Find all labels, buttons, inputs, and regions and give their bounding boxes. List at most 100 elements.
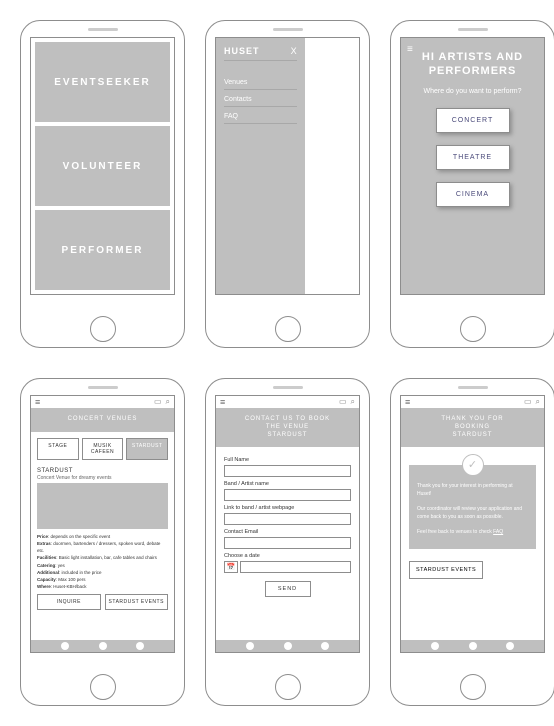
- topbar: ≡ ▭ ⌕: [401, 396, 544, 408]
- inquire-button[interactable]: INQUIRE: [37, 594, 101, 610]
- detail-row: Price: depends on the specific event: [37, 533, 168, 540]
- form-body: Full Name Band / Artist name Link to ban…: [216, 447, 359, 640]
- tile-performer[interactable]: PERFORMER: [35, 210, 170, 290]
- nav-dot[interactable]: [61, 642, 69, 650]
- home-button[interactable]: [90, 674, 116, 700]
- thankyou-p3: Feel free back to venues to check FAQ: [417, 529, 528, 537]
- nav-dot[interactable]: [321, 642, 329, 650]
- drawer-item-contacts[interactable]: Contacts: [224, 90, 297, 107]
- input-date[interactable]: [240, 561, 351, 573]
- tile-eventseeker[interactable]: EVENTSEEKER: [35, 42, 170, 122]
- phone-speaker: [88, 28, 118, 31]
- label-band: Band / Artist name: [224, 481, 351, 487]
- send-button[interactable]: SEND: [265, 581, 311, 597]
- input-email[interactable]: [224, 537, 351, 549]
- search-icon[interactable]: ⌕: [166, 397, 170, 407]
- home-button[interactable]: [460, 674, 486, 700]
- detail-row: Capacity: Max 100 pers: [37, 576, 168, 583]
- drawer-layout: HUSET X Venues Contacts FAQ: [216, 38, 359, 294]
- drawer-logo: HUSET: [224, 46, 260, 56]
- detail-row: Extras: doormen, bartenders / dressers, …: [37, 540, 168, 554]
- phone-speaker: [273, 28, 303, 31]
- phone-speaker: [458, 386, 488, 389]
- nav-dot[interactable]: [284, 642, 292, 650]
- venue-image-placeholder: [37, 483, 168, 529]
- nav-drawer: HUSET X Venues Contacts FAQ: [216, 38, 305, 294]
- topbar-actions: ▭ ⌕: [154, 397, 170, 407]
- venue-title: STARDUST: [37, 468, 168, 474]
- faq-link[interactable]: FAQ: [493, 529, 503, 535]
- bottom-nav: [216, 640, 359, 652]
- label-fullname: Full Name: [224, 457, 351, 463]
- search-icon[interactable]: ⌕: [536, 397, 540, 407]
- phone-frame-3: ≡ HI ARTISTS AND PERFORMERS Where do you…: [390, 20, 554, 348]
- bottom-nav: [401, 640, 544, 652]
- drawer-header: HUSET X: [224, 46, 297, 61]
- venue-body: STAGE MUSIK CAFEEN STARDUST STARDUST Con…: [31, 432, 174, 640]
- input-band[interactable]: [224, 489, 351, 501]
- venue-details: Price: depends on the specific event Ext…: [37, 533, 168, 591]
- input-fullname[interactable]: [224, 465, 351, 477]
- date-row: 📅: [224, 561, 351, 573]
- phone-frame-5: ≡ ▭ ⌕ Contact us to book the venue STARD…: [205, 378, 370, 706]
- home-button[interactable]: [460, 316, 486, 342]
- drawer-scrim[interactable]: [305, 38, 359, 294]
- bottom-nav: [31, 640, 174, 652]
- phone-speaker: [458, 28, 488, 31]
- detail-row: Catering: yes: [37, 562, 168, 569]
- venue-subtitle: Concert Venue for dreamy events: [37, 475, 168, 481]
- tile-volunteer[interactable]: VOLUNTEER: [35, 126, 170, 206]
- topbar-actions: ▭ ⌕: [339, 397, 355, 407]
- drawer-item-faq[interactable]: FAQ: [224, 107, 297, 124]
- nav-dot[interactable]: [469, 642, 477, 650]
- nav-dot[interactable]: [136, 642, 144, 650]
- thankyou-body: ✓ Thank you for your interest in perform…: [401, 447, 544, 640]
- chat-icon[interactable]: ▭: [339, 397, 347, 407]
- onb-btn-cinema[interactable]: CINEMA: [436, 182, 510, 207]
- filter-row: STAGE MUSIK CAFEEN STARDUST: [37, 438, 168, 460]
- nav-dot[interactable]: [99, 642, 107, 650]
- home-tile-stack: EVENTSEEKER VOLUNTEER PERFORMER: [31, 38, 174, 294]
- venue-actions: INQUIRE STARDUST EVENTS: [37, 594, 168, 610]
- thankyou-p1: Thank you for your interest in performin…: [417, 483, 528, 498]
- label-email: Contact Email: [224, 529, 351, 535]
- phone-speaker: [273, 386, 303, 389]
- label-link: Link to band / artist webpage: [224, 505, 351, 511]
- phone-frame-6: ≡ ▭ ⌕ Thank you for booking STARDUST ✓ T…: [390, 378, 554, 706]
- filter-stardust[interactable]: STARDUST: [126, 438, 168, 460]
- events-button[interactable]: STARDUST EVENTS: [105, 594, 169, 610]
- calendar-icon[interactable]: 📅: [224, 561, 238, 573]
- check-icon: ✓: [462, 454, 484, 476]
- hamburger-icon[interactable]: ≡: [35, 397, 40, 407]
- hamburger-icon[interactable]: ≡: [405, 397, 410, 407]
- nav-dot[interactable]: [246, 642, 254, 650]
- topbar: ≡ ▭ ⌕: [31, 396, 174, 408]
- label-date: Choose a date: [224, 553, 351, 559]
- drawer-item-venues[interactable]: Venues: [224, 73, 297, 90]
- close-icon[interactable]: X: [291, 46, 297, 56]
- screen-onboarding: ≡ HI ARTISTS AND PERFORMERS Where do you…: [400, 37, 545, 295]
- filter-stage[interactable]: STAGE: [37, 438, 79, 460]
- search-icon[interactable]: ⌕: [351, 397, 355, 407]
- chat-icon[interactable]: ▭: [154, 397, 162, 407]
- filter-musikcafeen[interactable]: MUSIK CAFEEN: [82, 438, 124, 460]
- onboarding-panel: ≡ HI ARTISTS AND PERFORMERS Where do you…: [401, 38, 544, 294]
- input-link[interactable]: [224, 513, 351, 525]
- detail-row: Facilities: Basic light installation, ba…: [37, 554, 168, 561]
- onb-btn-theatre[interactable]: THEATRE: [436, 145, 510, 170]
- chat-icon[interactable]: ▭: [524, 397, 532, 407]
- hamburger-icon[interactable]: ≡: [407, 44, 413, 55]
- screen-contact-form: ≡ ▭ ⌕ Contact us to book the venue STARD…: [215, 395, 360, 653]
- topbar: ≡ ▭ ⌕: [216, 396, 359, 408]
- phone-speaker: [88, 386, 118, 389]
- nav-dot[interactable]: [506, 642, 514, 650]
- nav-dot[interactable]: [431, 642, 439, 650]
- stardust-events-button[interactable]: STARDUST EVENTS: [409, 561, 483, 579]
- hamburger-icon[interactable]: ≡: [220, 397, 225, 407]
- onboarding-subtitle: Where do you want to perform?: [409, 87, 536, 96]
- home-button[interactable]: [275, 674, 301, 700]
- onb-btn-concert[interactable]: CONCERT: [436, 108, 510, 133]
- home-button[interactable]: [275, 316, 301, 342]
- home-button[interactable]: [90, 316, 116, 342]
- detail-row: Where: Huset-KBH/back: [37, 583, 168, 590]
